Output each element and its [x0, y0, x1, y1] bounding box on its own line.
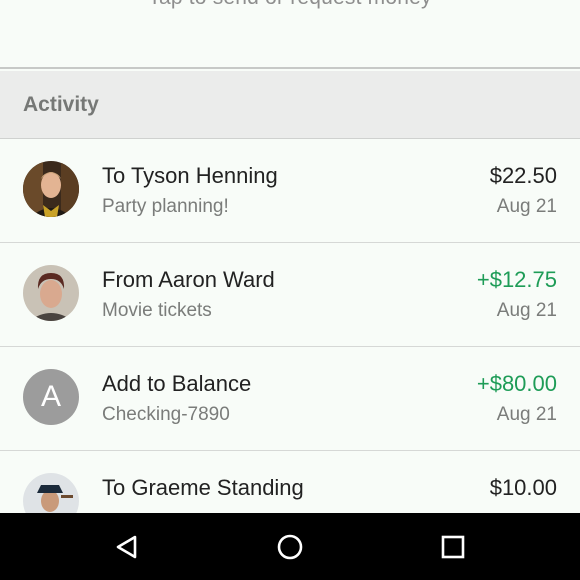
activity-title: Activity — [23, 93, 99, 116]
recents-icon — [441, 535, 465, 559]
activity-row[interactable]: To Tyson Henning Party planning! $22.50 … — [0, 139, 580, 243]
avatar-initial: A — [23, 369, 79, 425]
activity-amount: +$80.00 — [476, 371, 557, 396]
activity-note: Movie tickets — [102, 300, 212, 321]
activity-amount: +$12.75 — [476, 267, 557, 292]
avatar-photo — [23, 265, 79, 321]
activity-row[interactable]: A Add to Balance Checking-7890 +$80.00 A… — [0, 347, 580, 451]
activity-header: Activity — [0, 71, 580, 139]
person-photo-icon — [23, 161, 79, 217]
app-screen: Tap to send or request money Activity To… — [0, 0, 580, 580]
back-icon — [116, 535, 137, 559]
home-icon — [277, 534, 303, 560]
back-button[interactable] — [109, 529, 145, 565]
activity-title-text: To Graeme Standing — [102, 475, 304, 500]
send-request-hint: Tap to send or request money — [0, 0, 580, 10]
avatar-photo — [23, 161, 79, 217]
activity-note: Party planning! — [102, 196, 229, 217]
activity-amount: $22.50 — [489, 163, 557, 188]
activity-list: To Tyson Henning Party planning! $22.50 … — [0, 139, 580, 555]
activity-date: Aug 21 — [496, 300, 557, 321]
activity-date: Aug 21 — [496, 404, 557, 425]
home-button[interactable] — [272, 529, 308, 565]
recents-button[interactable] — [435, 529, 471, 565]
activity-row[interactable]: From Aaron Ward Movie tickets +$12.75 Au… — [0, 243, 580, 347]
send-request-area[interactable]: Tap to send or request money — [0, 0, 580, 69]
activity-title-text: Add to Balance — [102, 371, 252, 396]
person-photo-icon — [23, 265, 79, 321]
activity-title-text: From Aaron Ward — [102, 267, 275, 292]
activity-amount: $10.00 — [489, 475, 557, 500]
system-navigation-bar — [0, 513, 580, 580]
activity-date: Aug 21 — [496, 196, 557, 217]
activity-title-text: To Tyson Henning — [102, 163, 278, 188]
activity-note: Checking-7890 — [102, 404, 230, 425]
